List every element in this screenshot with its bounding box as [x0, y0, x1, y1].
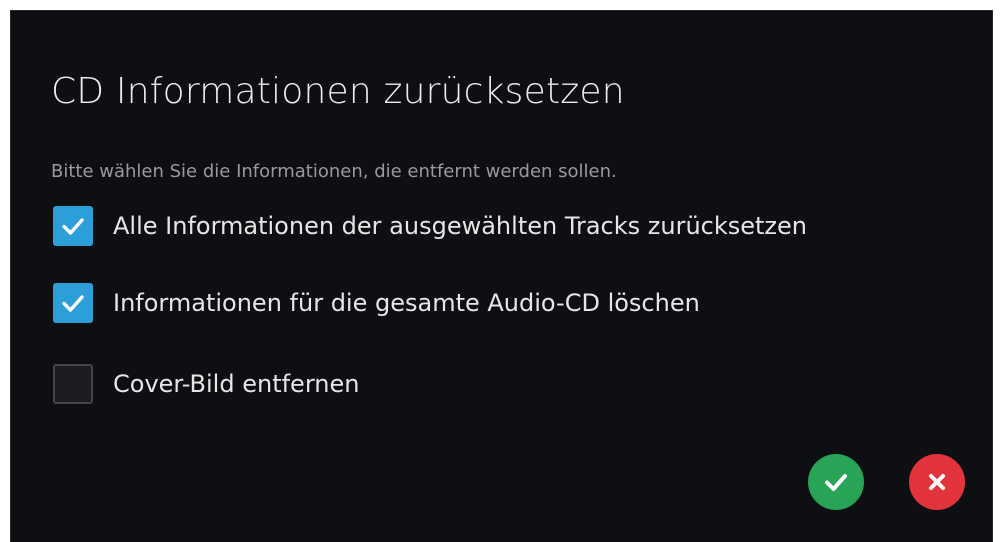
- dialog-title: CD Informationen zurücksetzen: [51, 71, 625, 112]
- option-label-delete-audio-cd-info: Informationen für die gesamte Audio-CD l…: [113, 289, 700, 317]
- dialog-subtitle: Bitte wählen Sie die Informationen, die …: [51, 161, 617, 182]
- close-icon: [929, 474, 945, 490]
- confirm-button[interactable]: [808, 454, 864, 510]
- checkbox-delete-audio-cd-info[interactable]: [53, 283, 93, 323]
- option-label-reset-selected-tracks: Alle Informationen der ausgewählten Trac…: [113, 212, 807, 240]
- checkmark-icon: [62, 218, 84, 235]
- reset-cd-info-dialog: CD Informationen zurücksetzen Bitte wähl…: [10, 10, 993, 542]
- option-delete-audio-cd-info[interactable]: Informationen für die gesamte Audio-CD l…: [53, 283, 700, 323]
- checkbox-remove-cover-image[interactable]: [53, 364, 93, 404]
- checkmark-icon: [62, 295, 84, 312]
- option-label-remove-cover-image: Cover-Bild entfernen: [113, 370, 360, 398]
- checkbox-reset-selected-tracks[interactable]: [53, 206, 93, 246]
- check-icon: [825, 474, 847, 491]
- option-reset-selected-tracks[interactable]: Alle Informationen der ausgewählten Trac…: [53, 206, 807, 246]
- option-remove-cover-image[interactable]: Cover-Bild entfernen: [53, 364, 359, 404]
- cancel-button[interactable]: [909, 454, 965, 510]
